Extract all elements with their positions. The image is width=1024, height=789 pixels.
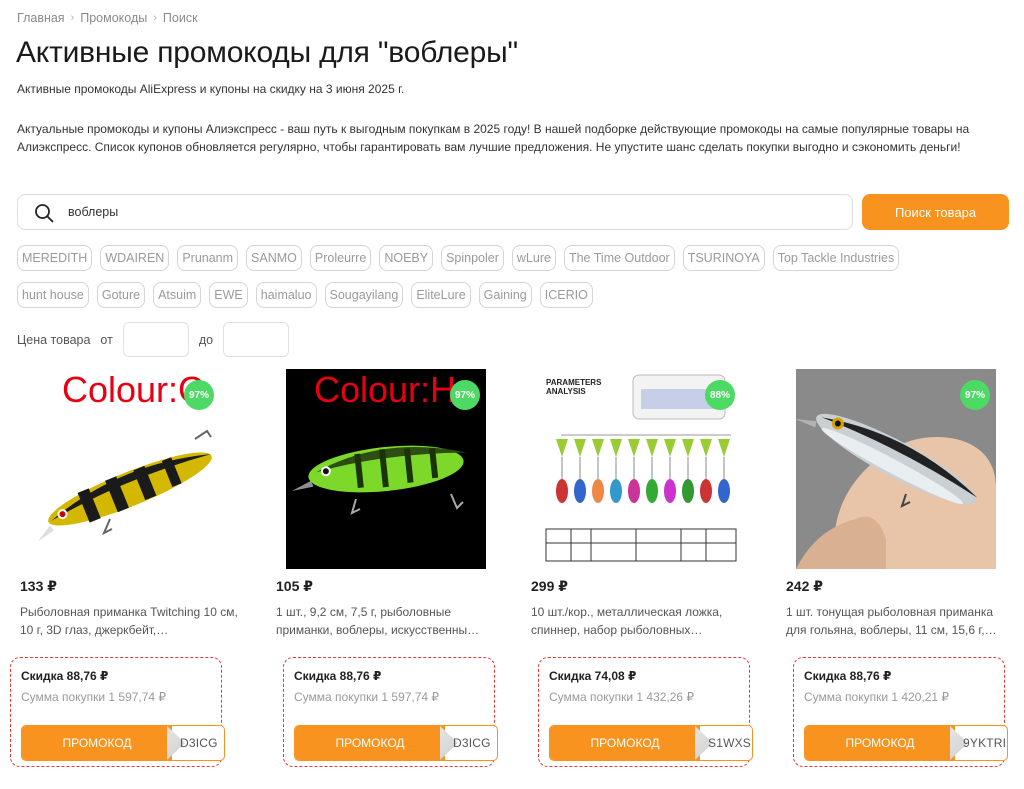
product-card[interactable]: Colour:H 97% 105 ₽ 1 шт., 9,2 см, 7,5 г,… (276, 369, 498, 767)
product-title[interactable]: 1 шт., 9,2 см, 7,5 г, рыболовные приманк… (276, 603, 498, 639)
product-price: 242 ₽ (786, 578, 823, 594)
promo-code-text: S1WXS (708, 736, 752, 750)
product-image[interactable]: Colour:H 97% (286, 369, 486, 569)
promo-code-button[interactable]: ПРОМОКОД D3ICG (294, 725, 498, 761)
search-input[interactable] (68, 195, 838, 229)
brand-tag[interactable]: MEREDITH (17, 245, 93, 271)
brand-tag[interactable]: EWE (209, 282, 248, 308)
promo-button-label: ПРОМОКОД (805, 726, 955, 760)
brand-tag[interactable]: Spinpoler (441, 245, 504, 271)
brand-tag[interactable]: Atsuim (153, 282, 202, 308)
price-from-label: от (100, 332, 113, 347)
promo-box: Скидка 74,08 ₽ Сумма покупки 1 432,26 ₽ … (538, 657, 753, 767)
brand-tag[interactable]: ICERIO (539, 282, 593, 308)
brand-tag[interactable]: The Time Outdoor (563, 245, 675, 271)
breadcrumb-separator-icon: › (70, 12, 75, 24)
svg-text:ANALYSIS: ANALYSIS (546, 387, 586, 396)
intro-text: Актуальные промокоды и купоны Алиэкспрес… (17, 122, 970, 154)
product-card[interactable]: Colour:C 97% 133 ₽ Рыболовная приманка T… (10, 369, 242, 767)
promo-code-button[interactable]: ПРОМОКОД S1WXS (549, 725, 753, 761)
promo-min-sum: Сумма покупки 1 432,26 ₽ (549, 690, 695, 704)
brand-tags: MEREDITH WDAIREN Prunanm SANMO Proleurre NOEB… (17, 245, 1007, 319)
page-title: Активные промокоды для "воблеры" (16, 36, 518, 69)
product-card[interactable]: 97% 242 ₽ 1 шт. тонущая рыболовная прима… (786, 369, 1008, 767)
brand-tag[interactable]: wLure (511, 245, 556, 271)
brand-tag[interactable]: SANMO (246, 245, 302, 271)
search-button[interactable]: Поиск товара (862, 194, 1009, 230)
product-title[interactable]: 10 шт./кор., металлическая ложка, спинне… (531, 603, 753, 639)
search-box (17, 194, 853, 230)
brand-tag[interactable]: TSURINOYA (682, 245, 765, 271)
product-title[interactable]: 1 шт. тонущая рыболовная приманка для го… (786, 603, 1008, 639)
image-overlay-text: Colour:H (314, 369, 457, 410)
image-overlay-text: Colour:C (62, 369, 205, 410)
breadcrumb: Главная › Промокоды › Поиск (17, 11, 198, 25)
breadcrumb-promocodes-link[interactable]: Промокоды (80, 11, 147, 25)
price-from-input[interactable] (122, 322, 189, 357)
brand-tag[interactable]: NOEBY (379, 245, 434, 271)
product-price: 105 ₽ (276, 578, 313, 594)
search-icon (35, 204, 54, 223)
promo-code-text: D3ICG (180, 736, 218, 750)
promo-box: Скидка 88,76 ₽ Сумма покупки 1 597,74 ₽ … (10, 657, 225, 767)
price-to-input[interactable] (223, 322, 290, 357)
product-title[interactable]: Рыболовная приманка Twitching 10 см, 10 … (20, 603, 242, 639)
promo-discount: Скидка 74,08 ₽ (549, 669, 637, 683)
brand-tag[interactable]: Prunanm (177, 245, 239, 271)
product-price: 299 ₽ (531, 578, 568, 594)
breadcrumb-separator-icon: › (153, 12, 157, 24)
brand-tag[interactable]: Top Tackle Industries (772, 245, 900, 271)
page-subtitle: Активные промокоды AliExpress и купоны н… (17, 82, 405, 96)
promo-box: Скидка 88,76 ₽ Сумма покупки 1 597,74 ₽ … (283, 657, 498, 767)
promo-button-label: ПРОМОКОД (22, 726, 172, 760)
product-card[interactable]: PARAMETERS ANALYSIS 88% 299 ₽ 10 шт./кор… (531, 369, 753, 767)
brand-tag[interactable]: WDAIREN (100, 245, 170, 271)
promo-min-sum: Сумма покупки 1 597,74 ₽ (294, 690, 440, 704)
promo-code-text: D3ICG (453, 736, 491, 750)
promo-discount: Скидка 88,76 ₽ (21, 669, 109, 683)
brand-tag[interactable]: haimaluo (255, 282, 317, 308)
promo-code-button[interactable]: ПРОМОКОД 9YKTRI (804, 725, 1008, 761)
promo-button-label: ПРОМОКОД (550, 726, 700, 760)
promo-discount: Скидка 88,76 ₽ (804, 669, 892, 683)
price-filter: Цена товара от до (17, 322, 290, 357)
brand-tag[interactable]: Gaining (478, 282, 532, 308)
match-percent-badge: 88% (705, 380, 735, 410)
brand-tag[interactable]: Goture (96, 282, 146, 308)
promo-min-sum: Сумма покупки 1 420,21 ₽ (804, 690, 950, 704)
breadcrumb-current: Поиск (162, 11, 198, 25)
product-image[interactable]: Colour:C 97% (20, 369, 220, 569)
promo-code-text: 9YKTRI (963, 736, 1007, 750)
promo-box: Скидка 88,76 ₽ Сумма покупки 1 420,21 ₽ … (793, 657, 1008, 767)
brand-tag[interactable]: Sougayilang (324, 282, 404, 308)
product-image[interactable]: PARAMETERS ANALYSIS 88% (541, 369, 741, 569)
match-percent-badge: 97% (184, 380, 214, 410)
price-to-label: до (198, 332, 214, 347)
svg-text:PARAMETERS: PARAMETERS (546, 378, 602, 387)
promo-min-sum: Сумма покупки 1 597,74 ₽ (21, 690, 167, 704)
brand-tag[interactable]: hunt house (17, 282, 89, 308)
breadcrumb-home-link[interactable]: Главная (17, 11, 65, 25)
product-price: 133 ₽ (20, 578, 57, 594)
promo-discount: Скидка 88,76 ₽ (294, 669, 382, 683)
match-percent-badge: 97% (960, 380, 990, 410)
brand-tags-row: hunt house Goture Atsuim EWE haimaluo Sougayi… (17, 282, 1007, 308)
brand-tags-row: MEREDITH WDAIREN Prunanm SANMO Proleurre NOEB… (17, 245, 1007, 271)
brand-tag[interactable]: Proleurre (309, 245, 372, 271)
product-image[interactable]: 97% (796, 369, 996, 569)
price-filter-label: Цена товара (17, 332, 91, 347)
promo-button-label: ПРОМОКОД (295, 726, 445, 760)
match-percent-badge: 97% (450, 380, 480, 410)
promo-code-button[interactable]: ПРОМОКОД D3ICG (21, 725, 225, 761)
brand-tag[interactable]: EliteLure (411, 282, 471, 308)
